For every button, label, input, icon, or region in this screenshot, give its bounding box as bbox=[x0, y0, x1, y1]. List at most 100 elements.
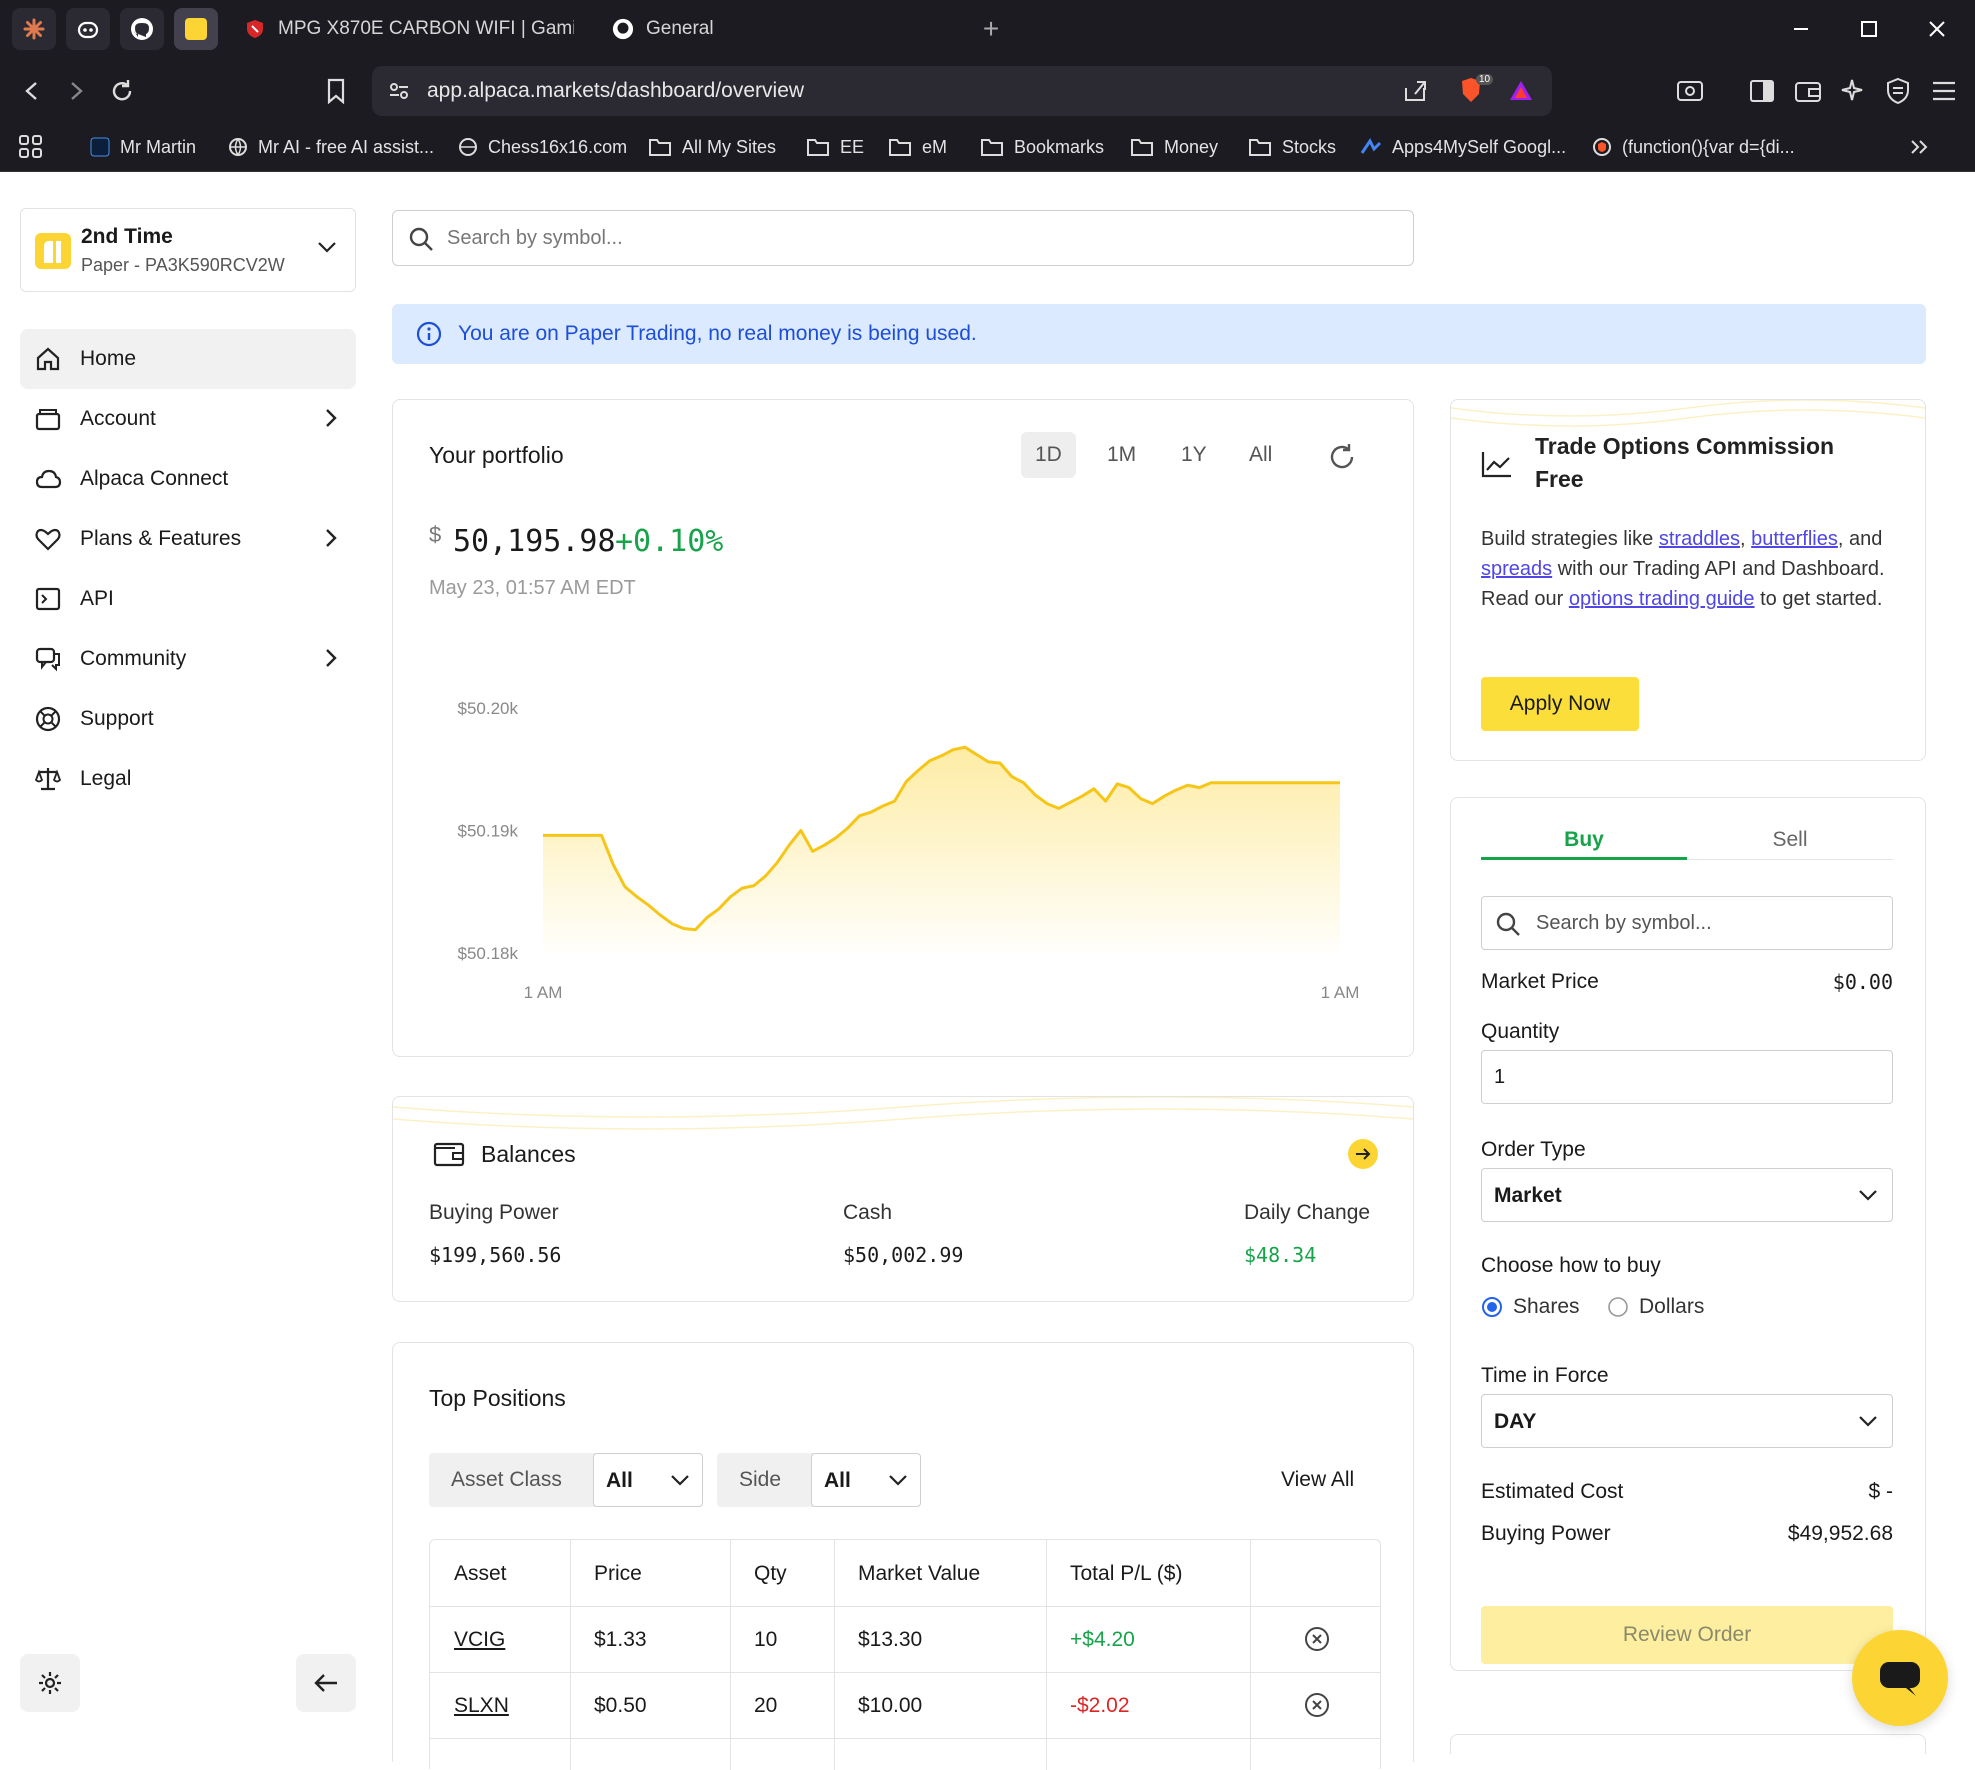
pinned-tab-copilot[interactable] bbox=[66, 8, 110, 50]
asset-symbol-link[interactable]: VCIG bbox=[454, 1628, 505, 1652]
minimize-icon bbox=[1794, 28, 1808, 30]
forward-button[interactable] bbox=[58, 73, 94, 109]
sidebar-item-api[interactable]: API bbox=[20, 569, 356, 629]
sidebar-item-plans-features[interactable]: Plans & Features bbox=[20, 509, 356, 569]
quantity-label: Quantity bbox=[1481, 1020, 1560, 1043]
shares-radio[interactable]: Shares bbox=[1481, 1292, 1580, 1322]
share-icon[interactable] bbox=[1402, 78, 1428, 104]
quantity-input[interactable]: 1 bbox=[1481, 1050, 1893, 1104]
brave-rewards-icon[interactable] bbox=[1508, 78, 1534, 104]
globe-icon bbox=[229, 138, 247, 157]
settings-button[interactable] bbox=[20, 1654, 80, 1712]
symbol-search[interactable]: Search by symbol... bbox=[392, 210, 1414, 266]
bookmark-bookmarklet[interactable]: (function(){var d={di... bbox=[1592, 132, 1795, 162]
bookmark-label: eM bbox=[922, 136, 948, 157]
folder-icon bbox=[1249, 139, 1271, 156]
sidebar-item-label: Support bbox=[80, 707, 154, 730]
chat-support-button[interactable] bbox=[1852, 1630, 1948, 1726]
minimize-button[interactable] bbox=[1786, 14, 1816, 44]
bookmark-folder-all-my-sites[interactable]: All My Sites bbox=[648, 132, 776, 162]
balances-title: Balances bbox=[481, 1141, 576, 1167]
sidebar-item-account[interactable]: Account bbox=[20, 389, 356, 449]
review-order-button[interactable]: Review Order bbox=[1481, 1606, 1893, 1664]
account-switcher[interactable]: 2nd Time Paper - PA3K590RCV2W bbox=[20, 208, 356, 292]
dollars-radio[interactable]: Dollars bbox=[1607, 1292, 1704, 1322]
apply-now-button[interactable]: Apply Now bbox=[1481, 677, 1639, 731]
bookmark-chess[interactable]: Chess16x16.com bbox=[458, 132, 627, 162]
pinned-tab-alpaca-active[interactable] bbox=[174, 8, 218, 50]
order-type-select[interactable]: Market bbox=[1481, 1168, 1893, 1222]
close-position-icon[interactable] bbox=[1304, 1626, 1330, 1652]
pinned-tab-claude[interactable] bbox=[12, 8, 56, 50]
leo-ai-button[interactable] bbox=[1836, 73, 1872, 109]
time-in-force-select[interactable]: DAY bbox=[1481, 1394, 1893, 1448]
sidebar-toggle-button[interactable] bbox=[1744, 73, 1780, 109]
straddles-link[interactable]: straddles bbox=[1659, 528, 1740, 550]
asterisk-icon bbox=[23, 18, 45, 40]
tab-sell[interactable]: Sell bbox=[1687, 828, 1893, 860]
time-in-force-label: Time in Force bbox=[1481, 1364, 1609, 1387]
chart-area bbox=[543, 747, 1340, 953]
bookmark-folder-money[interactable]: Money bbox=[1130, 132, 1218, 162]
reader-mode-button[interactable] bbox=[1672, 73, 1708, 109]
sidebar-item-home[interactable]: Home bbox=[20, 329, 356, 389]
collapse-sidebar-button[interactable] bbox=[296, 1654, 356, 1712]
account-wallet-icon bbox=[35, 409, 61, 431]
view-all-link[interactable]: View All bbox=[1281, 1468, 1354, 1492]
side-select[interactable]: All bbox=[811, 1453, 921, 1507]
bookmark-mr-ai[interactable]: Mr AI - free AI assist... bbox=[228, 132, 434, 162]
search-icon bbox=[409, 227, 433, 251]
vpn-button[interactable] bbox=[1880, 73, 1916, 109]
order-type-label: Order Type bbox=[1481, 1138, 1586, 1161]
maximize-button[interactable] bbox=[1854, 14, 1884, 44]
sidebar-item-alpaca-connect[interactable]: Alpaca Connect bbox=[20, 449, 356, 509]
bookmark-label: Chess16x16.com bbox=[488, 136, 628, 157]
cash-label: Cash bbox=[843, 1201, 893, 1224]
address-bar[interactable]: app.alpaca.markets/dashboard/overview 10 bbox=[372, 66, 1552, 116]
side-filter[interactable]: Side All bbox=[717, 1453, 921, 1507]
sidebar-item-legal[interactable]: Legal bbox=[20, 749, 356, 809]
browser-tab-bar: MPG X870E CARBON WIFI | Gaming M General… bbox=[0, 0, 1975, 58]
column-header-total-pl: Total P/L ($) bbox=[1070, 1562, 1183, 1585]
alpaca-dashboard: 2nd Time Paper - PA3K590RCV2W Home Accou… bbox=[0, 172, 1975, 1770]
alpaca-logo-icon bbox=[35, 233, 71, 269]
butterflies-link[interactable]: butterflies bbox=[1751, 528, 1838, 550]
positions-table: Asset Price Qty Market Value Total P/L (… bbox=[429, 1539, 1381, 1770]
reload-button[interactable] bbox=[104, 73, 140, 109]
shield-icon bbox=[1593, 138, 1611, 156]
sidebar-item-support[interactable]: Support bbox=[20, 689, 356, 749]
tab-msi[interactable]: MPG X870E CARBON WIFI | Gaming M bbox=[244, 8, 574, 50]
new-tab-button[interactable]: + bbox=[976, 13, 1006, 44]
order-symbol-search[interactable]: Search by symbol... bbox=[1481, 896, 1893, 950]
asset-class-select[interactable]: All bbox=[593, 1453, 703, 1507]
pinned-tab-github[interactable] bbox=[120, 8, 164, 50]
brave-shields-button[interactable]: 10 bbox=[1458, 74, 1494, 106]
bookmark-apps4myself[interactable]: Apps4MySelf Googl... bbox=[1360, 132, 1566, 162]
asset-symbol-link[interactable]: SLXN bbox=[454, 1694, 509, 1718]
msi-shield-icon bbox=[247, 20, 263, 38]
bookmark-folder-stocks[interactable]: Stocks bbox=[1248, 132, 1336, 162]
close-window-button[interactable] bbox=[1922, 14, 1952, 44]
bookmark-page-button[interactable] bbox=[318, 73, 354, 109]
bookmark-mr-martin[interactable]: Mr Martin bbox=[90, 132, 196, 162]
balances-arrow-button[interactable] bbox=[1348, 1139, 1378, 1169]
tab-general[interactable]: General bbox=[612, 8, 952, 50]
tab-buy[interactable]: Buy bbox=[1481, 828, 1687, 860]
back-button[interactable] bbox=[14, 73, 50, 109]
options-guide-link[interactable]: options trading guide bbox=[1569, 588, 1755, 610]
daily-change-label: Daily Change bbox=[1244, 1201, 1371, 1224]
asset-class-filter[interactable]: Asset Class All bbox=[429, 1453, 703, 1507]
apps-button[interactable] bbox=[18, 132, 54, 162]
bookmark-folder-ee[interactable]: EE bbox=[806, 132, 864, 162]
wallet-button[interactable] bbox=[1790, 73, 1826, 109]
menu-button[interactable] bbox=[1926, 73, 1962, 109]
spreads-link[interactable]: spreads bbox=[1481, 558, 1552, 580]
paper-trading-notice: You are on Paper Trading, no real money … bbox=[392, 304, 1926, 364]
sidebar-item-community[interactable]: Community bbox=[20, 629, 356, 689]
close-position-icon[interactable] bbox=[1304, 1692, 1330, 1718]
chat-icon bbox=[1880, 1662, 1920, 1696]
bookmarks-overflow-button[interactable] bbox=[1908, 132, 1940, 162]
market-price-label: Market Price bbox=[1481, 970, 1599, 993]
bookmark-folder-em[interactable]: eM bbox=[888, 132, 947, 162]
bookmark-folder-bookmarks[interactable]: Bookmarks bbox=[980, 132, 1104, 162]
